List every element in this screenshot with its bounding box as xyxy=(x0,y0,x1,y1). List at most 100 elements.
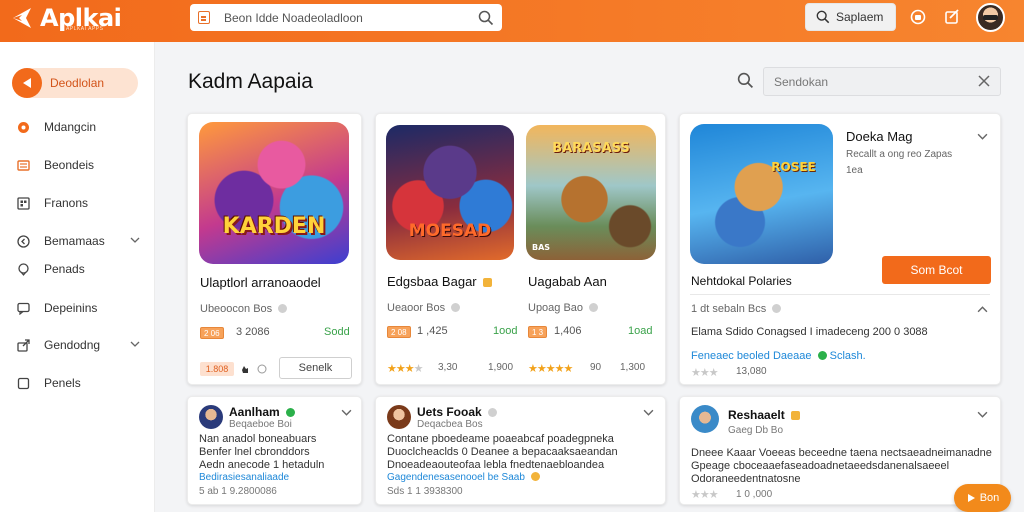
thumbnail-art-text: ROSEE xyxy=(771,160,816,174)
thumbnail-art-text: KARDEN xyxy=(222,214,326,239)
chevron-down-icon[interactable] xyxy=(977,409,988,420)
search-icon[interactable] xyxy=(478,10,494,26)
review-footer: 5 ab 1 9.2800086 xyxy=(199,486,277,497)
review-card-3: Reshaaelt Gaeg Db Bo Dneee Kaaar Voeeas … xyxy=(679,396,1001,505)
game-meta-text: Ubeoocon Bos xyxy=(200,303,273,315)
review-line: Dnoeadeaouteofaa lebla fnedtenaebloandea xyxy=(387,459,605,471)
review-body: Dneee Kaaar Voeeas beceedne taena nectsa… xyxy=(691,447,992,486)
info-dot-icon xyxy=(772,304,782,313)
rating-value: 90 xyxy=(590,362,602,373)
review-card-2: Uets Fooak Deqacbea Bos Contane pboedeam… xyxy=(375,396,666,505)
game-price: 1,900 xyxy=(488,362,514,373)
top-header: Aplkai APLKAI APPS Beon Idde Noadeoladlo… xyxy=(0,0,1024,42)
game-meta: Upoag Bao xyxy=(528,302,599,314)
thumbnail-corner-text: BAS xyxy=(532,243,551,252)
primary-action-button[interactable]: Som Bcot xyxy=(882,256,991,284)
chevron-down-icon[interactable] xyxy=(130,235,140,245)
reviewer-meta: Deqacbea Bos xyxy=(417,419,483,430)
sidebar-item-label: Depeinins xyxy=(44,301,98,315)
app-logo[interactable]: Aplkai xyxy=(8,4,122,32)
game-action-button[interactable]: Senelk xyxy=(279,357,352,379)
badge-icon xyxy=(483,278,493,287)
chevron-down-icon[interactable] xyxy=(130,339,140,349)
sidebar-item-active[interactable]: Deodlolan xyxy=(12,68,138,98)
search-icon xyxy=(816,10,830,24)
sidebar-item-7[interactable]: Gendodng xyxy=(16,334,140,356)
sidebar-item-3[interactable]: Franons xyxy=(16,192,140,214)
review-line: Gpeage cboceaaefaseadoadnetaeedsdanenals… xyxy=(691,460,950,472)
header-search-button-label: Saplaem xyxy=(836,10,884,24)
reviewer-name[interactable]: Reshaaelt xyxy=(728,408,801,422)
sidebar: Deodlolan Mdangcin Beondeis Franons Bema… xyxy=(0,42,155,512)
game-thumbnail[interactable]: KARDEN xyxy=(199,122,349,264)
pin-icon xyxy=(16,262,30,276)
game-card-1[interactable]: KARDEN Ulaptlorl arranoaodel Ubeoocon Bo… xyxy=(187,113,362,385)
reviewer-name[interactable]: Uets Fooak xyxy=(417,405,498,419)
main-search-input[interactable]: Sendokan xyxy=(763,67,1001,96)
game-title[interactable]: Ulaptlorl arranoaodel xyxy=(200,275,321,290)
chevron-down-icon[interactable] xyxy=(977,131,988,142)
game-title[interactable]: Edgsbaa Bagar xyxy=(387,274,493,289)
avatar[interactable] xyxy=(691,405,719,433)
game-title[interactable]: Uagabab Aan xyxy=(528,274,607,289)
close-icon[interactable] xyxy=(977,74,991,88)
header-search-button[interactable]: Saplaem xyxy=(805,3,896,31)
edit-icon[interactable] xyxy=(943,8,961,26)
chevron-up-icon[interactable] xyxy=(977,304,988,315)
rating-stars: ★★★★★ xyxy=(528,363,573,375)
divider xyxy=(690,294,990,295)
review-line: Odoraneedentnatosne xyxy=(691,473,801,485)
chevron-down-icon[interactable] xyxy=(341,407,352,418)
review-link[interactable]: Bedirasiesanaliaade xyxy=(199,472,289,483)
user-avatar[interactable] xyxy=(976,3,1005,32)
chat-icon xyxy=(16,301,30,315)
share-icon xyxy=(16,338,30,352)
review-link-text: Gagendenesasenooel be Saab xyxy=(387,472,525,483)
search-icon[interactable] xyxy=(737,72,754,89)
game-status: Sodd xyxy=(324,326,350,338)
header-search-bar[interactable]: Beon Idde Noadeoladloon xyxy=(190,4,502,31)
game-title[interactable]: Doeka Mag xyxy=(846,129,912,144)
game-tag: 2 08 xyxy=(387,326,411,338)
game-count: 1,406 xyxy=(554,325,582,337)
reviewer-name[interactable]: Aanlham xyxy=(229,405,296,419)
review-line: Aedn anecode 1 hetaduln xyxy=(199,459,325,471)
sidebar-item-label: Bemamaas xyxy=(44,234,105,248)
sidebar-item-1[interactable]: Mdangcin xyxy=(16,116,140,138)
sidebar-item-label: Penads xyxy=(44,262,85,276)
sidebar-item-8[interactable]: Penels xyxy=(16,372,140,394)
sidebar-item-5[interactable]: Penads xyxy=(16,258,140,280)
notification-icon[interactable] xyxy=(909,8,927,26)
header-search-input[interactable]: Beon Idde Noadeoladloon xyxy=(224,11,478,25)
review-body: Contane pboedeame poaeabcaf poadegpneka … xyxy=(387,433,618,472)
chevron-down-icon[interactable] xyxy=(643,407,654,418)
avatar[interactable] xyxy=(199,405,223,429)
game-description: Elama Sdido Conagsed I imadeceng 200 0 3… xyxy=(691,326,928,338)
game-link[interactable]: Feneaec beoled Daeaae Sclash. xyxy=(691,350,866,362)
back-arrow-icon xyxy=(12,68,42,98)
sidebar-item-2[interactable]: Beondeis xyxy=(16,154,140,176)
play-icon xyxy=(967,494,975,502)
sidebar-item-6[interactable]: Depeinins xyxy=(16,297,140,319)
thumbnail-art-text: BARASASS xyxy=(552,141,630,156)
sidebar-item-4[interactable]: Bemamaas xyxy=(16,230,140,252)
game-meta: Ueaoor Bos xyxy=(387,302,461,314)
game-thumbnail[interactable]: BARASASS BAS xyxy=(526,125,656,260)
floating-action-button[interactable]: Bon xyxy=(954,484,1011,512)
page-title: Kadm Aapaia xyxy=(188,70,313,93)
rating-stars: ★★★ xyxy=(691,367,719,379)
sidebar-item-label: Gendodng xyxy=(44,338,101,352)
reviewer-meta: Gaeg Db Bo xyxy=(728,425,784,436)
review-line: Duoclcheaclds 0 Deanee a bepacaaksaeanda… xyxy=(387,446,618,458)
game-tag: 2 06 xyxy=(200,327,224,339)
reviewer-name-text: Reshaaelt xyxy=(728,408,785,422)
info-dot-icon xyxy=(451,303,461,312)
game-thumbnail[interactable]: ROSEE xyxy=(690,124,833,264)
grid-icon xyxy=(16,196,30,210)
review-link[interactable]: Gagendenesasenooel be Saab xyxy=(387,472,540,483)
thumbnail-art-text: MOESAD xyxy=(408,221,492,241)
avatar[interactable] xyxy=(387,405,411,429)
info-dot-icon xyxy=(488,408,498,417)
game-name[interactable]: Nehtdokal Polaries xyxy=(691,274,792,288)
game-thumbnail[interactable]: MOESAD xyxy=(386,125,514,260)
